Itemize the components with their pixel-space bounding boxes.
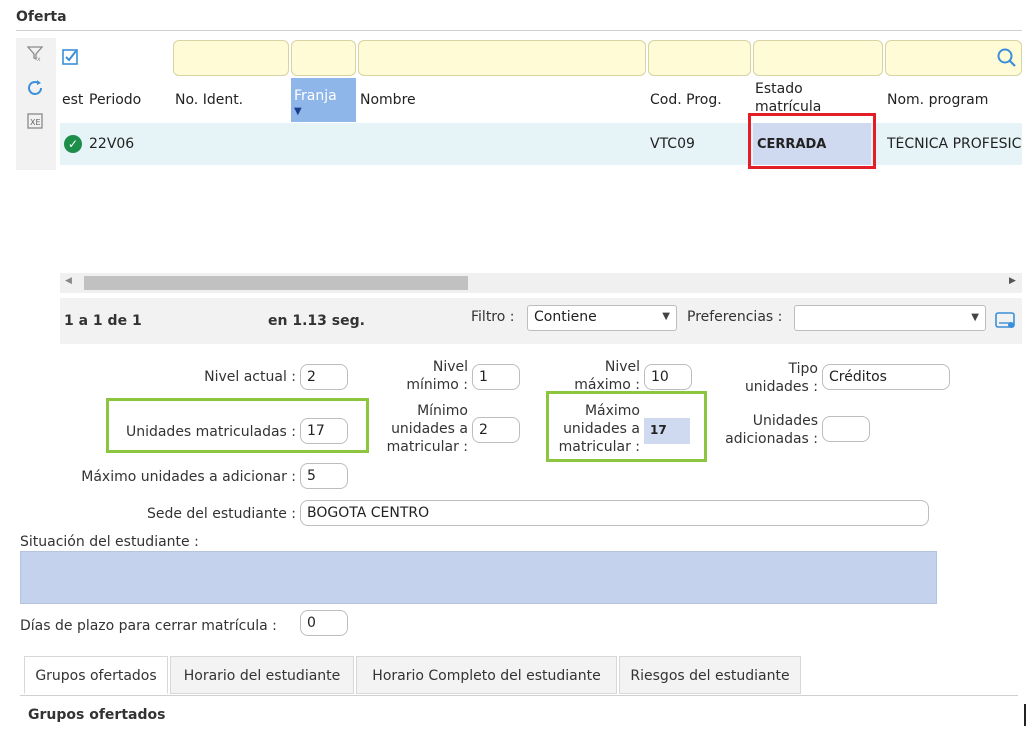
nivel-minimo-input[interactable]: 1 [472,364,520,390]
highlight-estado-matricula [748,113,876,169]
pagination-info: 1 a 1 de 1 [64,313,142,329]
title-divider [16,30,1022,31]
column-header-no-ident[interactable]: No. Ident. [175,92,243,108]
column-header-nom-programa[interactable]: Nom. program [887,92,1022,108]
filter-franja[interactable] [291,40,356,76]
nivel-minimo-label-2: mínimo : [406,377,468,393]
svg-text:XE: XE [30,118,41,127]
tab-horario-estudiante[interactable]: Horario del estudiante [170,656,354,694]
tipo-unidades-label-1: Tipo [788,361,818,377]
cell-nom-programa: TÉCNICA PROFESIC [887,136,1022,152]
filter-nombre[interactable] [358,40,646,76]
page-title: Oferta [16,9,67,25]
search-icon[interactable] [996,47,1018,73]
filter-label: Filtro : [471,309,515,325]
minimo-unidades-label-3: matricular : [386,439,468,455]
column-header-franja: Franja [294,88,337,104]
minimo-unidades-label-1: Mínimo [417,403,468,419]
tab-riesgos-estudiante[interactable]: Riesgos del estudiante [619,656,801,694]
tab-horario-completo[interactable]: Horario Completo del estudiante [356,656,617,694]
text-cursor [1024,704,1026,726]
select-all-check-icon[interactable] [62,48,80,70]
check-circle-icon: ✓ [64,135,82,153]
tab-divider [20,695,1018,696]
filter-select-value: Contiene [534,309,597,325]
situacion-label: Situación del estudiante : [20,534,199,550]
tab-grupos-ofertados[interactable]: Grupos ofertados [24,656,168,694]
unidades-adicionales-input[interactable] [822,416,870,442]
filter-no-ident[interactable] [173,40,289,76]
sort-desc-icon: ▼ [294,106,302,117]
situacion-textarea[interactable] [20,551,937,604]
sede-input[interactable]: BOGOTA CENTRO [300,500,929,526]
filter-cod-prog[interactable] [648,40,751,76]
svg-text:x: x [37,56,41,62]
scroll-left-icon[interactable]: ◀ [65,276,72,286]
preferences-select[interactable]: ▼ [794,305,986,331]
excel-export-icon[interactable]: XE [24,112,46,134]
column-header-periodo[interactable]: Periodo [89,92,141,108]
minimo-unidades-label-2: unidades a [391,421,468,437]
nivel-minimo-label-1: Nivel [432,359,468,375]
dias-plazo-input[interactable]: 0 [300,610,348,636]
tipo-unidades-input[interactable]: Créditos [822,364,950,390]
table-row[interactable] [60,123,1022,165]
scrollbar-thumb[interactable] [84,276,468,290]
sede-label: Sede del estudiante : [146,506,296,522]
highlight-unidades-matriculadas [106,398,369,453]
cell-periodo: 22V06 [89,136,135,152]
column-header-franja-sorted[interactable]: Franja ▼ [291,78,356,122]
nivel-maximo-input[interactable]: 10 [644,364,692,390]
dropdown-arrow-icon: ▼ [662,311,670,322]
nivel-actual-label: Nivel actual : [204,369,296,385]
minimo-unidades-input[interactable]: 2 [472,417,520,443]
filter-select[interactable]: Contiene ▼ [527,305,677,331]
nivel-maximo-label-1: Nivel [604,359,640,375]
preferences-label: Preferencias : [687,309,783,325]
column-header-cod-prog[interactable]: Cod. Prog. [650,92,722,108]
scroll-right-icon[interactable]: ▶ [1009,276,1016,286]
dias-plazo-label: Días de plazo para cerrar matrícula : [20,618,277,634]
filter-clear-icon[interactable]: x [24,44,46,66]
highlight-maximo-unidades [546,391,707,462]
column-header-est[interactable]: est [62,92,83,108]
cell-cod-prog: VTC09 [650,136,695,152]
maximo-adicionar-label: Máximo unidades a adicionar : [81,469,296,485]
section-title: Grupos ofertados [28,707,166,723]
export-icon[interactable] [995,310,1017,334]
column-header-nombre[interactable]: Nombre [360,92,416,108]
grid-toolbar: x XE [16,38,56,170]
refresh-icon[interactable] [24,78,46,100]
dropdown-arrow-icon: ▼ [971,312,979,323]
unidades-adicionales-label-2: adicionadas : [725,431,818,447]
filter-estado-matricula[interactable] [753,40,883,76]
timing-info: en 1.13 seg. [268,313,365,329]
tipo-unidades-label-2: unidades : [744,379,818,395]
unidades-adicionales-label-1: Unidades [752,413,818,429]
nivel-actual-input[interactable]: 2 [300,364,348,390]
maximo-adicionar-input[interactable]: 5 [300,463,348,489]
